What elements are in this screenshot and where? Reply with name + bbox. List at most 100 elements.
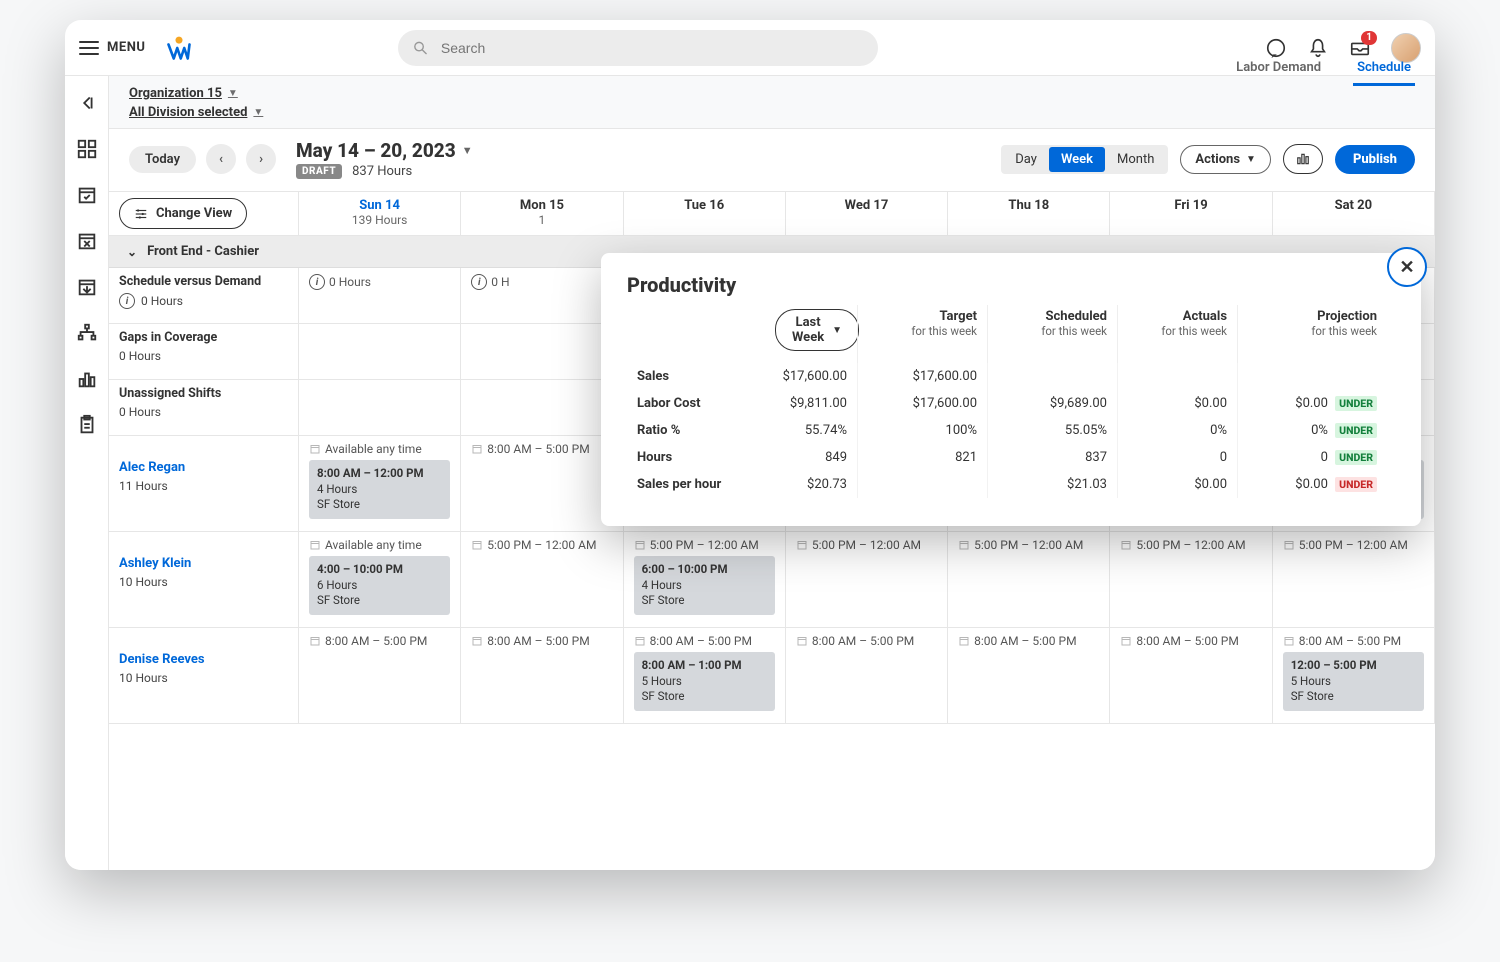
- last-week-button[interactable]: Last Week▼: [775, 309, 859, 351]
- caret-down-icon: ▼: [228, 88, 238, 99]
- day-cell[interactable]: Available any time 8:00 AM – 12:00 PM4 Ho…: [299, 436, 461, 532]
- menu-button[interactable]: MENU: [79, 40, 145, 55]
- seg-day[interactable]: Day: [1003, 147, 1049, 172]
- logo-icon[interactable]: [165, 34, 193, 62]
- metric-target: [857, 471, 987, 498]
- search-icon: [412, 39, 429, 57]
- org-icon[interactable]: [76, 322, 98, 344]
- day-cell[interactable]: 8:00 AM – 5:00 PM12:00 – 5:00 PM5 HoursS…: [1273, 628, 1435, 724]
- division-selector[interactable]: All Division selected ▼: [129, 105, 263, 120]
- day-cell[interactable]: 8:00 AM – 5:00 PM: [948, 628, 1110, 724]
- day-cell[interactable]: 5:00 PM – 12:00 AM: [1273, 532, 1435, 628]
- shift-block[interactable]: 12:00 – 5:00 PM5 HoursSF Store: [1283, 652, 1424, 711]
- day-cell[interactable]: 8:00 AM – 5:00 PM: [461, 436, 623, 532]
- schedule-grid-wrap: Change View Sun 14139 HoursMon 151Tue 16W…: [109, 191, 1435, 870]
- close-button[interactable]: ✕: [1387, 247, 1427, 287]
- hamburger-icon: [79, 41, 99, 55]
- day-cell[interactable]: 5:00 PM – 12:00 AM6:00 – 10:00 PM4 Hours…: [624, 532, 786, 628]
- left-rail: [65, 76, 109, 870]
- last-week-head: Last Week▼: [747, 305, 857, 363]
- shift-block[interactable]: 8:00 AM – 1:00 PM5 HoursSF Store: [634, 652, 775, 711]
- day-header[interactable]: Tue 16: [624, 192, 786, 236]
- metric-projection: [1237, 363, 1387, 390]
- day-cell[interactable]: Available any time4:00 – 10:00 PM6 Hours…: [299, 532, 461, 628]
- summary-cell: i 0 H: [461, 268, 623, 324]
- caret-down-icon: ▼: [1246, 154, 1256, 165]
- day-cell[interactable]: 5:00 PM – 12:00 AM: [786, 532, 948, 628]
- actions-button[interactable]: Actions▼: [1180, 145, 1271, 174]
- calendar-arrow-icon[interactable]: [76, 276, 98, 298]
- day-header[interactable]: Thu 18: [948, 192, 1110, 236]
- day-cell[interactable]: 5:00 PM – 12:00 AM: [1110, 532, 1272, 628]
- metric-projection: $0.00 UNDER: [1237, 390, 1387, 417]
- shift-block[interactable]: 4:00 – 10:00 PM6 HoursSF Store: [309, 556, 450, 615]
- change-view-button[interactable]: Change View: [119, 198, 247, 229]
- breadcrumb: Organization 15 ▼ Labor Demand Schedule …: [109, 76, 1435, 120]
- metric-scheduled: $9,689.00: [987, 390, 1117, 417]
- availability: 5:00 PM – 12:00 AM: [1283, 538, 1424, 552]
- availability: Available any time: [309, 442, 450, 456]
- day-cell[interactable]: 5:00 PM – 12:00 AM: [948, 532, 1110, 628]
- seg-week[interactable]: Week: [1049, 147, 1105, 172]
- day-header[interactable]: Fri 19: [1110, 192, 1272, 236]
- metric-col-head: [627, 305, 747, 363]
- seg-month[interactable]: Month: [1105, 147, 1166, 172]
- availability: 5:00 PM – 12:00 AM: [796, 538, 937, 552]
- search-box[interactable]: [398, 30, 878, 66]
- metric-lastweek: $20.73: [747, 471, 857, 498]
- day-header[interactable]: Sat 20: [1273, 192, 1435, 236]
- clipboard-icon[interactable]: [76, 414, 98, 436]
- metric-scheduled: 837: [987, 444, 1117, 471]
- dashboard-icon[interactable]: [76, 138, 98, 160]
- metric-actuals: 0: [1117, 444, 1237, 471]
- day-header[interactable]: Sun 14139 Hours: [299, 192, 461, 236]
- metric-projection: $0.00 UNDER: [1237, 471, 1387, 498]
- employee-name[interactable]: Denise Reeves: [119, 652, 288, 667]
- day-cell[interactable]: 8:00 AM – 5:00 PM: [461, 628, 623, 724]
- range-segmented: Day Week Month: [1001, 145, 1168, 174]
- metric-lastweek: 849: [747, 444, 857, 471]
- collapse-icon[interactable]: [76, 92, 98, 114]
- day-cell[interactable]: 8:00 AM – 5:00 PM: [786, 628, 948, 724]
- today-button[interactable]: Today: [129, 146, 196, 173]
- chart-toggle-button[interactable]: [1283, 144, 1323, 174]
- summary-label: Schedule versus Demandi 0 Hours: [109, 268, 299, 324]
- status-chip: UNDER: [1335, 477, 1377, 492]
- availability: 8:00 AM – 5:00 PM: [796, 634, 937, 648]
- col-header: Actualsfor this week: [1117, 305, 1237, 363]
- day-cell[interactable]: 8:00 AM – 5:00 PM: [299, 628, 461, 724]
- day-cell[interactable]: 8:00 AM – 5:00 PM: [1110, 628, 1272, 724]
- shift-block[interactable]: 6:00 – 10:00 PM4 HoursSF Store: [634, 556, 775, 615]
- availability: 8:00 AM – 5:00 PM: [634, 634, 775, 648]
- day-header[interactable]: Mon 151: [461, 192, 623, 236]
- metric-label: Sales per hour: [627, 471, 747, 498]
- calendar-x-icon[interactable]: [76, 230, 98, 252]
- day-cell[interactable]: 8:00 AM – 5:00 PM 8:00 AM – 1:00 PM5 Hour…: [624, 628, 786, 724]
- day-cell[interactable]: 5:00 PM – 12:00 AM: [461, 532, 623, 628]
- employee-name[interactable]: Alec Regan: [119, 460, 288, 475]
- hours-summary: 837 Hours: [352, 164, 412, 179]
- menu-label: MENU: [107, 40, 145, 55]
- date-range[interactable]: May 14 – 20, 2023▼ DRAFT 837 Hours: [296, 139, 473, 179]
- summary-label: Unassigned Shifts 0 Hours: [109, 380, 299, 436]
- info-icon[interactable]: i: [471, 274, 487, 290]
- info-icon[interactable]: i: [309, 274, 325, 290]
- shift-block[interactable]: 8:00 AM – 12:00 PM4 HoursSF Store: [309, 460, 450, 519]
- prev-button[interactable]: ‹: [206, 144, 236, 174]
- tab-schedule[interactable]: Schedule: [1353, 52, 1415, 86]
- employee-cell: Denise Reeves10 Hours: [109, 628, 299, 724]
- caret-down-icon: ▼: [253, 107, 263, 118]
- bar-chart-icon[interactable]: [76, 368, 98, 390]
- tab-labor-demand[interactable]: Labor Demand: [1232, 52, 1325, 86]
- col-header: Projectionfor this week: [1237, 305, 1387, 363]
- availability: 8:00 AM – 5:00 PM: [471, 634, 612, 648]
- org-selector[interactable]: Organization 15 ▼: [129, 86, 238, 101]
- day-header[interactable]: Wed 17: [786, 192, 948, 236]
- next-button[interactable]: ›: [246, 144, 276, 174]
- calendar-check-icon[interactable]: [76, 184, 98, 206]
- employee-name[interactable]: Ashley Klein: [119, 556, 288, 571]
- metric-target: 100%: [857, 417, 987, 444]
- info-icon[interactable]: i: [119, 293, 135, 309]
- publish-button[interactable]: Publish: [1335, 145, 1415, 174]
- search-input[interactable]: [439, 39, 864, 57]
